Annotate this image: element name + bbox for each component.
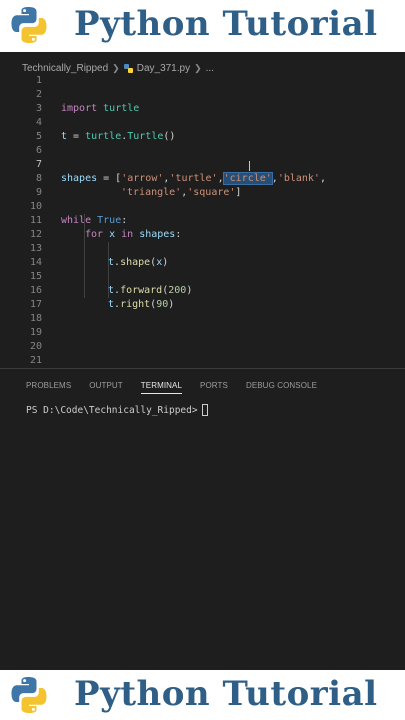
text-cursor-icon	[249, 161, 250, 171]
bottom-panel: PROBLEMS OUTPUT TERMINAL PORTS DEBUG CON…	[0, 368, 405, 670]
terminal-prompt: PS D:\Code\Technically_Ripped>	[26, 404, 198, 416]
terminal-input[interactable]: PS D:\Code\Technically_Ripped>	[26, 404, 208, 416]
line-number: 8	[35, 173, 42, 184]
code-editor[interactable]: Technically_Ripped ❯ Day_371.py ❯ ... 1 …	[0, 52, 405, 670]
line-number: 13	[29, 243, 42, 254]
line-number: 2	[35, 89, 42, 100]
line-number: 9	[35, 187, 42, 198]
breadcrumb-ellipsis[interactable]: ...	[206, 63, 214, 74]
panel-tabs: PROBLEMS OUTPUT TERMINAL PORTS DEBUG CON…	[26, 381, 335, 394]
line-number: 5	[35, 131, 42, 142]
line-number: 14	[29, 257, 42, 268]
tab-terminal[interactable]: TERMINAL	[140, 381, 183, 394]
top-banner: Python Tutorial	[0, 0, 405, 50]
bottom-banner: Python Tutorial	[0, 670, 405, 720]
tab-problems[interactable]: PROBLEMS	[26, 381, 71, 394]
python-logo-icon	[11, 7, 47, 43]
line-number: 11	[29, 215, 42, 226]
line-number: 19	[29, 327, 42, 338]
line-number: 18	[29, 313, 42, 324]
line-number: 20	[29, 341, 42, 352]
chevron-right-icon: ❯	[194, 62, 202, 73]
line-number: 12	[29, 229, 42, 240]
line-number-active: 7	[35, 159, 42, 170]
banner-title: Python Tutorial	[74, 4, 378, 44]
line-number: 10	[29, 201, 42, 212]
line-number: 1	[35, 75, 42, 86]
line-number: 3	[35, 103, 42, 114]
breadcrumb-folder[interactable]: Technically_Ripped	[22, 63, 108, 74]
chevron-right-icon: ❯	[112, 62, 120, 73]
line-number: 17	[29, 299, 42, 310]
tab-ports[interactable]: PORTS	[200, 381, 228, 394]
python-file-icon	[123, 63, 133, 73]
python-logo-icon	[11, 677, 47, 713]
banner-title: Python Tutorial	[74, 674, 378, 714]
tab-debug-console[interactable]: DEBUG CONSOLE	[246, 381, 317, 394]
tab-output[interactable]: OUTPUT	[89, 381, 123, 394]
line-number: 16	[29, 285, 42, 296]
breadcrumb-file[interactable]: Day_371.py	[137, 63, 190, 74]
line-number: 15	[29, 271, 42, 282]
line-number: 6	[35, 145, 42, 156]
line-number: 4	[35, 117, 42, 128]
terminal-cursor	[201, 404, 208, 416]
line-number: 21	[29, 355, 42, 366]
breadcrumb: Technically_Ripped ❯ Day_371.py ❯ ...	[22, 61, 214, 75]
